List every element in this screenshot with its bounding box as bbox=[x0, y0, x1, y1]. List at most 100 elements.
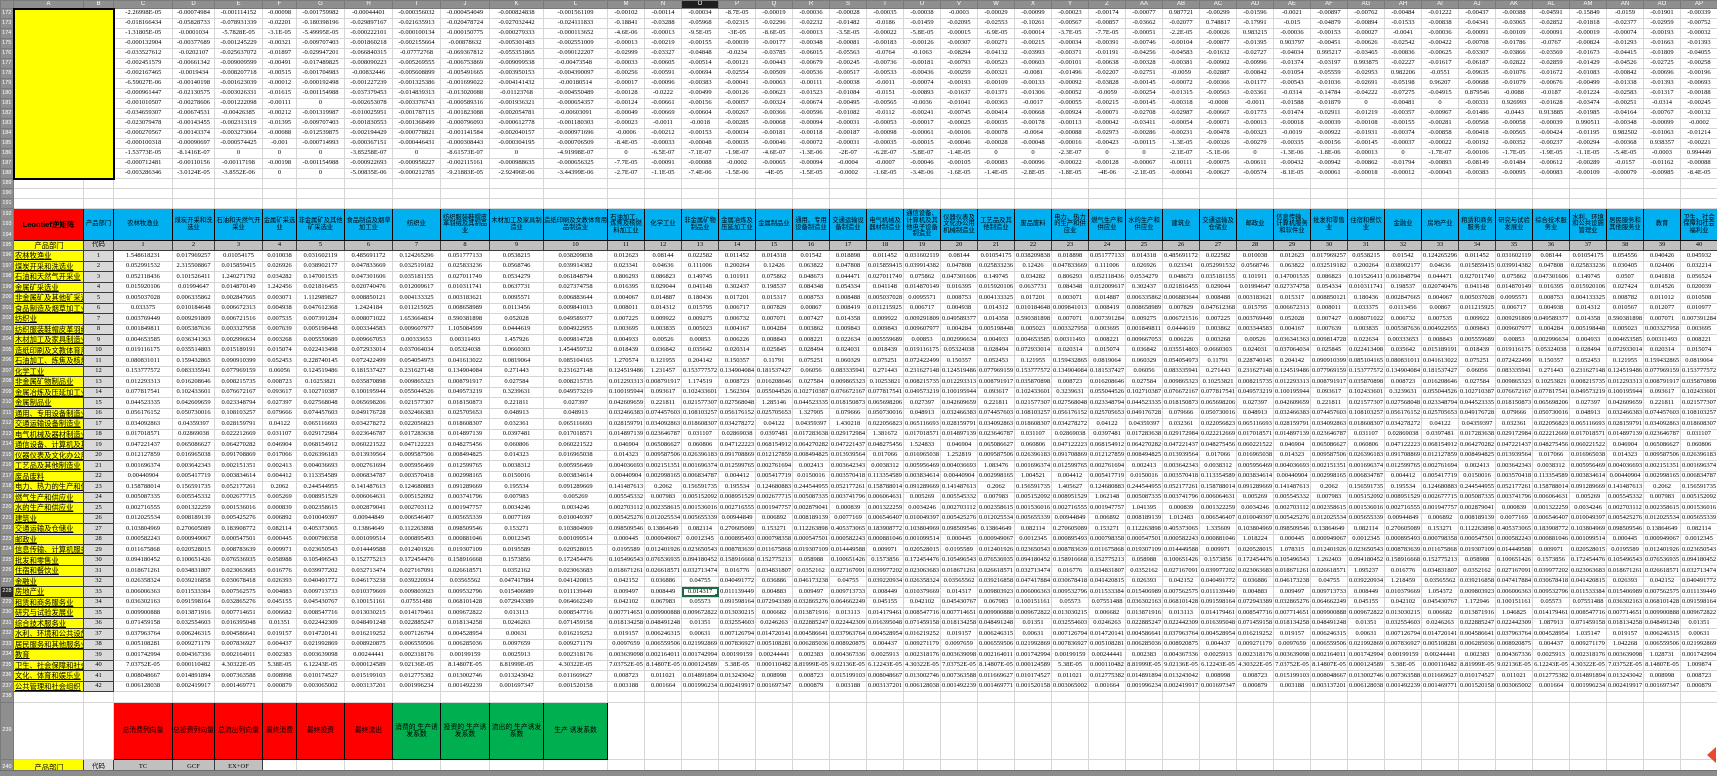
cell-T216[interactable]: 0.0038312 bbox=[867, 461, 904, 472]
cell-I184[interactable]: -0.000778821 bbox=[393, 129, 441, 139]
cell-AB224[interactable]: 0.014449588 bbox=[1163, 545, 1200, 556]
cell-AK220[interactable]: 0.000839 bbox=[1496, 503, 1533, 514]
cell-Z208[interactable]: 0.016208646 bbox=[1089, 377, 1126, 388]
cell-Z229[interactable]: 0.07551488 bbox=[1089, 597, 1126, 608]
cell-AH217[interactable]: 0.004412 bbox=[1385, 471, 1422, 482]
cell-AH228[interactable]: 0.010379669 bbox=[1385, 587, 1422, 598]
cell-AP224[interactable]: 0.023650543 bbox=[1681, 545, 1717, 556]
cell[interactable] bbox=[490, 189, 544, 199]
cell-N233[interactable]: 0.006559506 bbox=[645, 639, 682, 650]
cell-P206[interactable]: 0.150357 bbox=[719, 356, 756, 367]
cell-X229[interactable]: 0.100151161 bbox=[1015, 597, 1052, 608]
cell-Q209[interactable]: 0.055044526 bbox=[756, 387, 793, 398]
cell-AF222[interactable]: 0.13864649 bbox=[1311, 524, 1348, 535]
cell[interactable] bbox=[1274, 179, 1311, 189]
cell[interactable] bbox=[441, 199, 490, 209]
sector-row-label-36[interactable]: 综合技术服务业 bbox=[14, 618, 84, 629]
row-number-199[interactable]: 199 bbox=[1, 282, 14, 293]
cell-X236[interactable]: 0.010174527 bbox=[1015, 671, 1052, 682]
cell-AC220[interactable]: 0.001322259 bbox=[1200, 503, 1237, 514]
cell-D188[interactable]: -3.0124E-05 bbox=[173, 169, 215, 179]
cell-AJ233[interactable]: 0.006285036 bbox=[1459, 639, 1496, 650]
cell-AJ228[interactable]: 0.009803923 bbox=[1459, 587, 1496, 598]
cell-AI183[interactable]: -0.00281 bbox=[1422, 119, 1459, 129]
cell-U220[interactable]: 0.0034246 bbox=[904, 503, 941, 514]
cell-AG177[interactable]: 0.993875 bbox=[1348, 59, 1385, 69]
cell-AM222[interactable]: 0.103804969 bbox=[1570, 524, 1607, 535]
cell-H205[interactable]: 0.072933014 bbox=[345, 345, 393, 356]
cell-I213[interactable]: 0.017283638 bbox=[393, 429, 441, 440]
cell-AG197[interactable]: 0.200264 bbox=[1348, 261, 1385, 272]
cell-AE231[interactable]: 0.018134258 bbox=[1274, 618, 1311, 629]
cell-S223[interactable]: 0.000582243 bbox=[830, 534, 867, 545]
cell-E180[interactable]: -0.003026331 bbox=[215, 89, 263, 99]
cell-V202[interactable]: 0.049589377 bbox=[941, 314, 978, 325]
cell-O219[interactable]: 0.005152092 bbox=[682, 492, 719, 503]
cell-P212[interactable]: 0.034278272 bbox=[719, 419, 756, 430]
cell-AO199[interactable]: 0.014526 bbox=[1644, 282, 1681, 293]
cell-S225[interactable]: 0.100651426 bbox=[830, 555, 867, 566]
cell-P196[interactable]: 0.011452 bbox=[719, 251, 756, 262]
cell-AC218[interactable]: 0.158788014 bbox=[1200, 482, 1237, 493]
cell-AF205[interactable]: 0.025845 bbox=[1311, 345, 1348, 356]
cell-AM181[interactable]: -0.03474 bbox=[1570, 99, 1607, 109]
cell-Y214[interactable]: 0.047122223 bbox=[1052, 440, 1089, 451]
cell-AK223[interactable]: 0.000582243 bbox=[1496, 534, 1533, 545]
cell-G220[interactable]: 0.002358615 bbox=[297, 503, 345, 514]
cell-O233[interactable]: 0.021992869 bbox=[682, 639, 719, 650]
cell-Q174[interactable]: -8.6E-05 bbox=[756, 29, 793, 39]
cell[interactable] bbox=[978, 179, 1015, 189]
cell-AE181[interactable]: -0.01588 bbox=[1274, 99, 1311, 109]
cell-L208[interactable]: 0.008215735 bbox=[544, 377, 608, 388]
cell-M228[interactable]: 0.009497 bbox=[608, 587, 645, 598]
cell-C214[interactable]: 0.047221437 bbox=[114, 440, 173, 451]
cell-L173[interactable]: -0.024111833 bbox=[544, 19, 608, 29]
cell-R232[interactable]: 0.004586641 bbox=[793, 629, 830, 640]
sector-row-label-37[interactable]: 水利、环境和公共设施管 bbox=[14, 629, 84, 640]
cell-J211[interactable]: 0.025705653 bbox=[441, 408, 490, 419]
select-all-corner[interactable] bbox=[1, 1, 14, 9]
cell-Z230[interactable]: 0.006682 bbox=[1089, 608, 1126, 619]
cell-K197[interactable]: 0.0568746 bbox=[490, 261, 544, 272]
cell-L187[interactable]: -0.000656325 bbox=[544, 159, 608, 169]
cell-AC172[interactable]: -0.00299 bbox=[1200, 9, 1237, 19]
cell-Y224[interactable]: 0.008783639 bbox=[1052, 545, 1089, 556]
cell-AP229[interactable]: 0.091598164 bbox=[1681, 597, 1717, 608]
cell-AP207[interactable]: 0.153777572 bbox=[1681, 366, 1717, 377]
cell-AJ173[interactable]: -0.04341 bbox=[1459, 19, 1496, 29]
cell-E225[interactable]: 0.076536935 bbox=[215, 555, 263, 566]
row-number-185[interactable]: 185 bbox=[1, 139, 14, 149]
cell-D172[interactable]: -0.00074984 bbox=[173, 9, 215, 19]
cell-U172[interactable]: -0.00038 bbox=[904, 9, 941, 19]
cell-O207[interactable]: 0.153777572 bbox=[682, 366, 719, 377]
cell-F226[interactable]: 0.016776 bbox=[263, 566, 297, 577]
cell-I172[interactable]: -0.000356032 bbox=[393, 9, 441, 19]
cell-AC216[interactable]: 0.0038312 bbox=[1200, 461, 1237, 472]
cell-AM198[interactable]: 0.149745 bbox=[1570, 272, 1607, 283]
cell-V211[interactable]: 0.032466383 bbox=[941, 408, 978, 419]
cell-AP184[interactable]: -0.01214 bbox=[1681, 129, 1717, 139]
cell-AO230[interactable]: 0.009900888 bbox=[1644, 608, 1681, 619]
cell-I232[interactable]: 0.007126794 bbox=[393, 629, 441, 640]
cell-AM215[interactable]: 0.016965038 bbox=[1570, 450, 1607, 461]
cell-J209[interactable]: 0.049573219 bbox=[441, 387, 490, 398]
cell[interactable] bbox=[345, 692, 393, 703]
cell-O222[interactable]: 0.082114 bbox=[682, 524, 719, 535]
cell-W215[interactable]: 0.009587506 bbox=[978, 450, 1015, 461]
cell-X212[interactable]: 0.018608307 bbox=[1015, 419, 1052, 430]
cell-T226[interactable]: 0.039977202 bbox=[867, 566, 904, 577]
cell-U202[interactable]: 0.009291809 bbox=[904, 314, 941, 325]
cell-M173[interactable]: -0.18841 bbox=[608, 19, 645, 29]
sector-column-header-40[interactable]: 卫生、社会保障和社会福利业 bbox=[1681, 209, 1717, 241]
cell-W187[interactable]: -0.00083 bbox=[978, 159, 1015, 169]
sector-code-38[interactable]: 38 bbox=[1607, 241, 1644, 251]
cell-AG199[interactable]: 0.010311741 bbox=[1348, 282, 1385, 293]
cell-N199[interactable]: 0.029044 bbox=[645, 282, 682, 293]
cell-P233[interactable]: 0.007836927 bbox=[719, 639, 756, 650]
cell-AI213[interactable]: 0.0397481 bbox=[1422, 429, 1459, 440]
cell-P218[interactable]: 0.195534 bbox=[719, 482, 756, 493]
cell-N222[interactable]: 0.13864649 bbox=[645, 524, 682, 535]
cell-AL173[interactable]: -0.02852 bbox=[1533, 19, 1570, 29]
cell-G176[interactable]: -0.029947201 bbox=[297, 49, 345, 59]
cell-K237[interactable]: 0.001697347 bbox=[490, 681, 544, 692]
